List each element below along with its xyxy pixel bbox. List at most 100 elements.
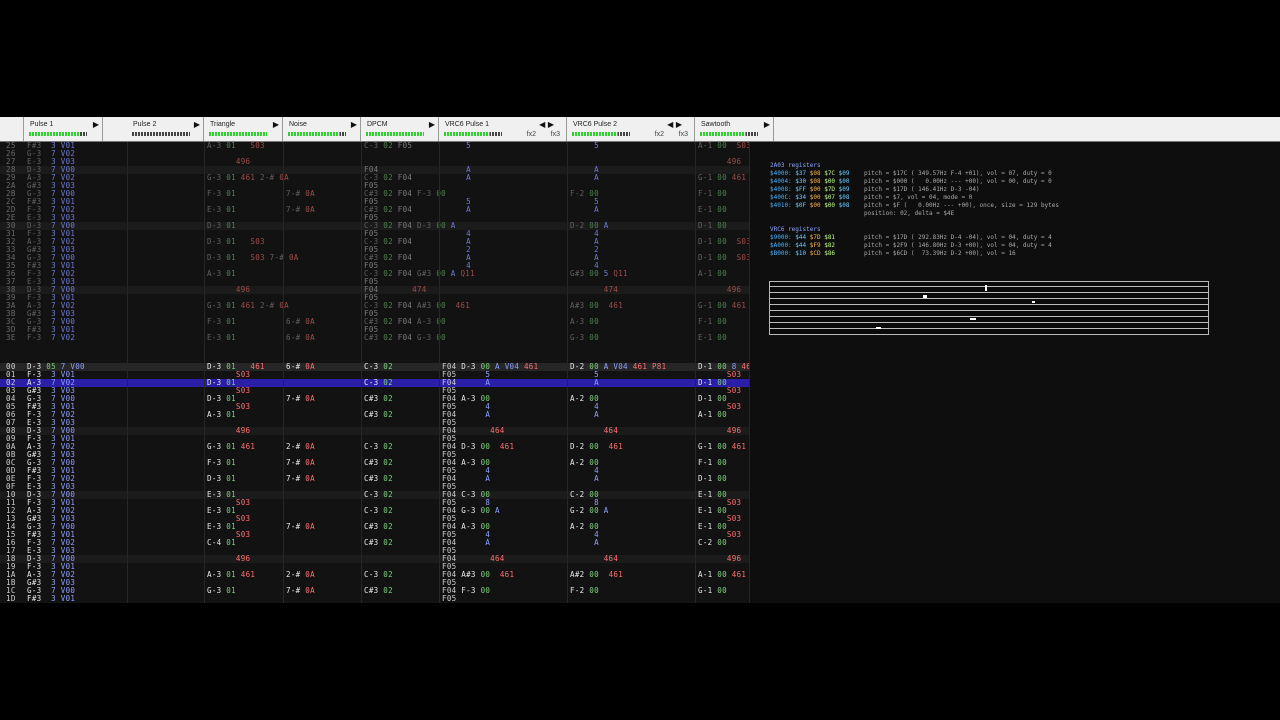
pattern-cell[interactable]: C#3 02: [364, 539, 393, 547]
pattern-cell[interactable]: 7-# 0A: [286, 459, 315, 467]
pattern-cell[interactable]: A-3 01 461: [207, 571, 255, 579]
pattern-cell[interactable]: A-3 01: [207, 411, 236, 419]
pattern-cell[interactable]: 7-# 0A: [286, 475, 315, 483]
pattern-row[interactable]: 08 D-3 7 V00 496 F04 464 464 496: [0, 427, 750, 435]
pattern-row[interactable]: 3E F-3 7 V02 E-3 01 6-# 0A C#3 02 F04 G-3 00…: [0, 334, 750, 342]
channel-arrow-icon[interactable]: ▶: [429, 120, 435, 129]
pattern-cell[interactable]: C-3 02 F04 G#3 00 A Q11: [364, 270, 475, 278]
pattern-cell[interactable]: C-3 02 F05: [364, 142, 412, 150]
pattern-cell[interactable]: C-4 01: [207, 539, 236, 547]
pattern-cell[interactable]: 496: [207, 555, 250, 563]
pattern-cell[interactable]: F-2 00: [570, 587, 599, 595]
pattern-cell[interactable]: 464: [570, 427, 618, 435]
channel-header-dpcm[interactable]: DPCM ▶: [361, 117, 439, 141]
pattern-cell[interactable]: C#3 02: [364, 459, 393, 467]
pattern-row[interactable]: 00 D-3 05 7 V00 D-3 01 461 6-# 0A C-3 02 F04 …: [0, 363, 750, 371]
pattern-cell[interactable]: A-1 00: [698, 411, 727, 419]
channel-header-pulse-2[interactable]: Pulse 2 ▶: [127, 117, 204, 141]
pattern-cell[interactable]: 496: [698, 427, 741, 435]
pattern-cell[interactable]: D-3 01 S03 7-# 0A: [207, 254, 299, 262]
pattern-cell[interactable]: 496: [207, 286, 250, 294]
pattern-row[interactable]: 0C G-3 7 V00 F-3 01 7-# 0A C#3 02 F04 A-3 00 A…: [0, 459, 750, 467]
pattern-cell[interactable]: A-1 00: [698, 270, 727, 278]
pattern-cell[interactable]: 7-# 0A: [286, 206, 315, 214]
pattern-cell[interactable]: F05: [442, 595, 456, 603]
pattern-row[interactable]: 06 F-3 7 V02 A-3 01 C#3 02 F04 A A A-1 00: [0, 411, 750, 419]
pattern-cell[interactable]: F-3 01: [207, 459, 236, 467]
pattern-cell[interactable]: A-1 00 461: [698, 571, 746, 579]
channel-header-sawtooth[interactable]: Sawtooth ▶: [695, 117, 774, 141]
pattern-row[interactable]: 1C G-3 7 V00 G-3 01 7-# 0A C#3 02 F04 F-3 00 F…: [0, 587, 750, 595]
pattern-cell[interactable]: 496: [207, 158, 250, 166]
pattern-cell[interactable]: C-3 02: [364, 363, 393, 371]
pattern-cell[interactable]: C-2 00: [698, 539, 727, 547]
pattern-cell[interactable]: G-1 00: [698, 587, 727, 595]
pattern-row[interactable]: 02 A-3 7 V02 D-3 01 C-3 02 F04 A A D-1 00: [0, 379, 750, 387]
pattern-cell[interactable]: A-3 01 S03: [207, 142, 265, 150]
pattern-cell[interactable]: 5: [442, 142, 471, 150]
pattern-cell[interactable]: D-3 01: [207, 475, 236, 483]
pattern-cell[interactable]: C#3 02: [364, 523, 393, 531]
channel-arrow-icon[interactable]: ▶: [273, 120, 279, 129]
channel-arrow-icon[interactable]: ▶: [194, 120, 200, 129]
channel-header-triangle[interactable]: Triangle ▶: [204, 117, 283, 141]
channel-header-vrc6-pulse-2[interactable]: VRC6 Pulse 2 ◀ ▶ fx2 fx3: [567, 117, 695, 141]
pattern-cell[interactable]: G-2 00 A: [570, 507, 609, 515]
pattern-editor[interactable]: 25 F#3 3 V01 A-3 01 S03 C-3 02 F05 5 5 A-1 0…: [0, 142, 750, 603]
pattern-cell[interactable]: D-1 00: [698, 222, 727, 230]
effect-column-toggle-fx3[interactable]: fx3: [551, 131, 560, 138]
pattern-cell[interactable]: D-1 00 S03: [698, 254, 750, 262]
pattern-cell[interactable]: G-3 01 461 2-# 0A: [207, 302, 289, 310]
pattern-cell[interactable]: 496: [698, 286, 741, 294]
pattern-cell[interactable]: D-1 00 S03: [698, 238, 750, 246]
pattern-cell[interactable]: D-3 01: [207, 222, 236, 230]
channel-arrow-icon[interactable]: ▶: [93, 120, 99, 129]
pattern-row[interactable]: 0E F-3 7 V02 D-3 01 7-# 0A C#3 02 F04 A A D-1 …: [0, 475, 750, 483]
pattern-cell[interactable]: 496: [698, 555, 741, 563]
pattern-row[interactable]: 18 D-3 7 V00 496 F04 464 464 496: [0, 555, 750, 563]
pattern-cell[interactable]: D-1 00: [698, 475, 727, 483]
pattern-cell[interactable]: D-2 00 461: [570, 443, 623, 451]
pattern-cell[interactable]: G-3 01 461: [207, 443, 255, 451]
pattern-cell[interactable]: A: [570, 411, 599, 419]
pattern-cell[interactable]: A: [442, 206, 471, 214]
pattern-cell[interactable]: C#3 02: [364, 475, 393, 483]
pattern-cell[interactable]: F-1 00: [698, 318, 727, 326]
pattern-cell[interactable]: A#2 00 461: [570, 571, 623, 579]
pattern-cell[interactable]: 2-# 0A: [286, 443, 315, 451]
channel-header-pulse-1[interactable]: Pulse 1 ▶: [24, 117, 103, 141]
pattern-cell[interactable]: 474: [570, 286, 618, 294]
pattern-cell[interactable]: E-3 01: [207, 206, 236, 214]
pattern-cell[interactable]: F#3 3 V01: [27, 595, 75, 603]
pattern-row[interactable]: 14 G-3 7 V00 E-3 01 7-# 0A C#3 02 F04 A-3 00 A…: [0, 523, 750, 531]
pattern-cell[interactable]: 6-# 0A: [286, 363, 315, 371]
pattern-cell[interactable]: 496: [207, 427, 250, 435]
pattern-cell[interactable]: C-3 02 F04 A#3 00 461: [364, 302, 470, 310]
pattern-cell[interactable]: E-1 00: [698, 206, 727, 214]
pattern-row[interactable]: 16 F-3 7 V02 C-4 01 C#3 02 F04 A A C-2 00: [0, 539, 750, 547]
pattern-cell[interactable]: C#3 02: [364, 411, 393, 419]
pattern-cell[interactable]: 2-# 0A: [286, 571, 315, 579]
pattern-cell[interactable]: 5: [570, 142, 599, 150]
pattern-cell[interactable]: F-3 7 V02: [27, 334, 75, 342]
pattern-cell[interactable]: A: [570, 379, 599, 387]
channel-arrow-icon[interactable]: ▶: [351, 120, 357, 129]
pattern-cell[interactable]: G-3 01: [207, 587, 236, 595]
pattern-cell[interactable]: C#3 02 F04 G-3 00: [364, 334, 446, 342]
pattern-cell[interactable]: A-3 00: [570, 318, 599, 326]
pattern-cell[interactable]: C-3 02: [364, 507, 393, 515]
pattern-cell[interactable]: F-3 01: [207, 190, 236, 198]
pattern-cell[interactable]: A#3 00 461: [570, 302, 623, 310]
pattern-cell[interactable]: 464: [570, 555, 618, 563]
channel-header-vrc6-pulse-1[interactable]: VRC6 Pulse 1 ◀ ▶ fx2 fx3: [439, 117, 567, 141]
pattern-row[interactable]: 17 E-3 3 V03 F05: [0, 547, 750, 555]
channel-arrow-icon[interactable]: ◀ ▶: [539, 120, 554, 129]
pattern-cell[interactable]: C-3 02: [364, 491, 393, 499]
pattern-row[interactable]: 1D F#3 3 V01 F05: [0, 595, 750, 603]
pattern-cell[interactable]: A: [570, 475, 599, 483]
pattern-cell[interactable]: F-1 00: [698, 459, 727, 467]
pattern-cell[interactable]: C-3 02: [364, 443, 393, 451]
pattern-cell[interactable]: A: [570, 174, 599, 182]
pattern-cell[interactable]: G-1 00 461: [698, 174, 746, 182]
pattern-cell[interactable]: C-3 02: [364, 379, 393, 387]
